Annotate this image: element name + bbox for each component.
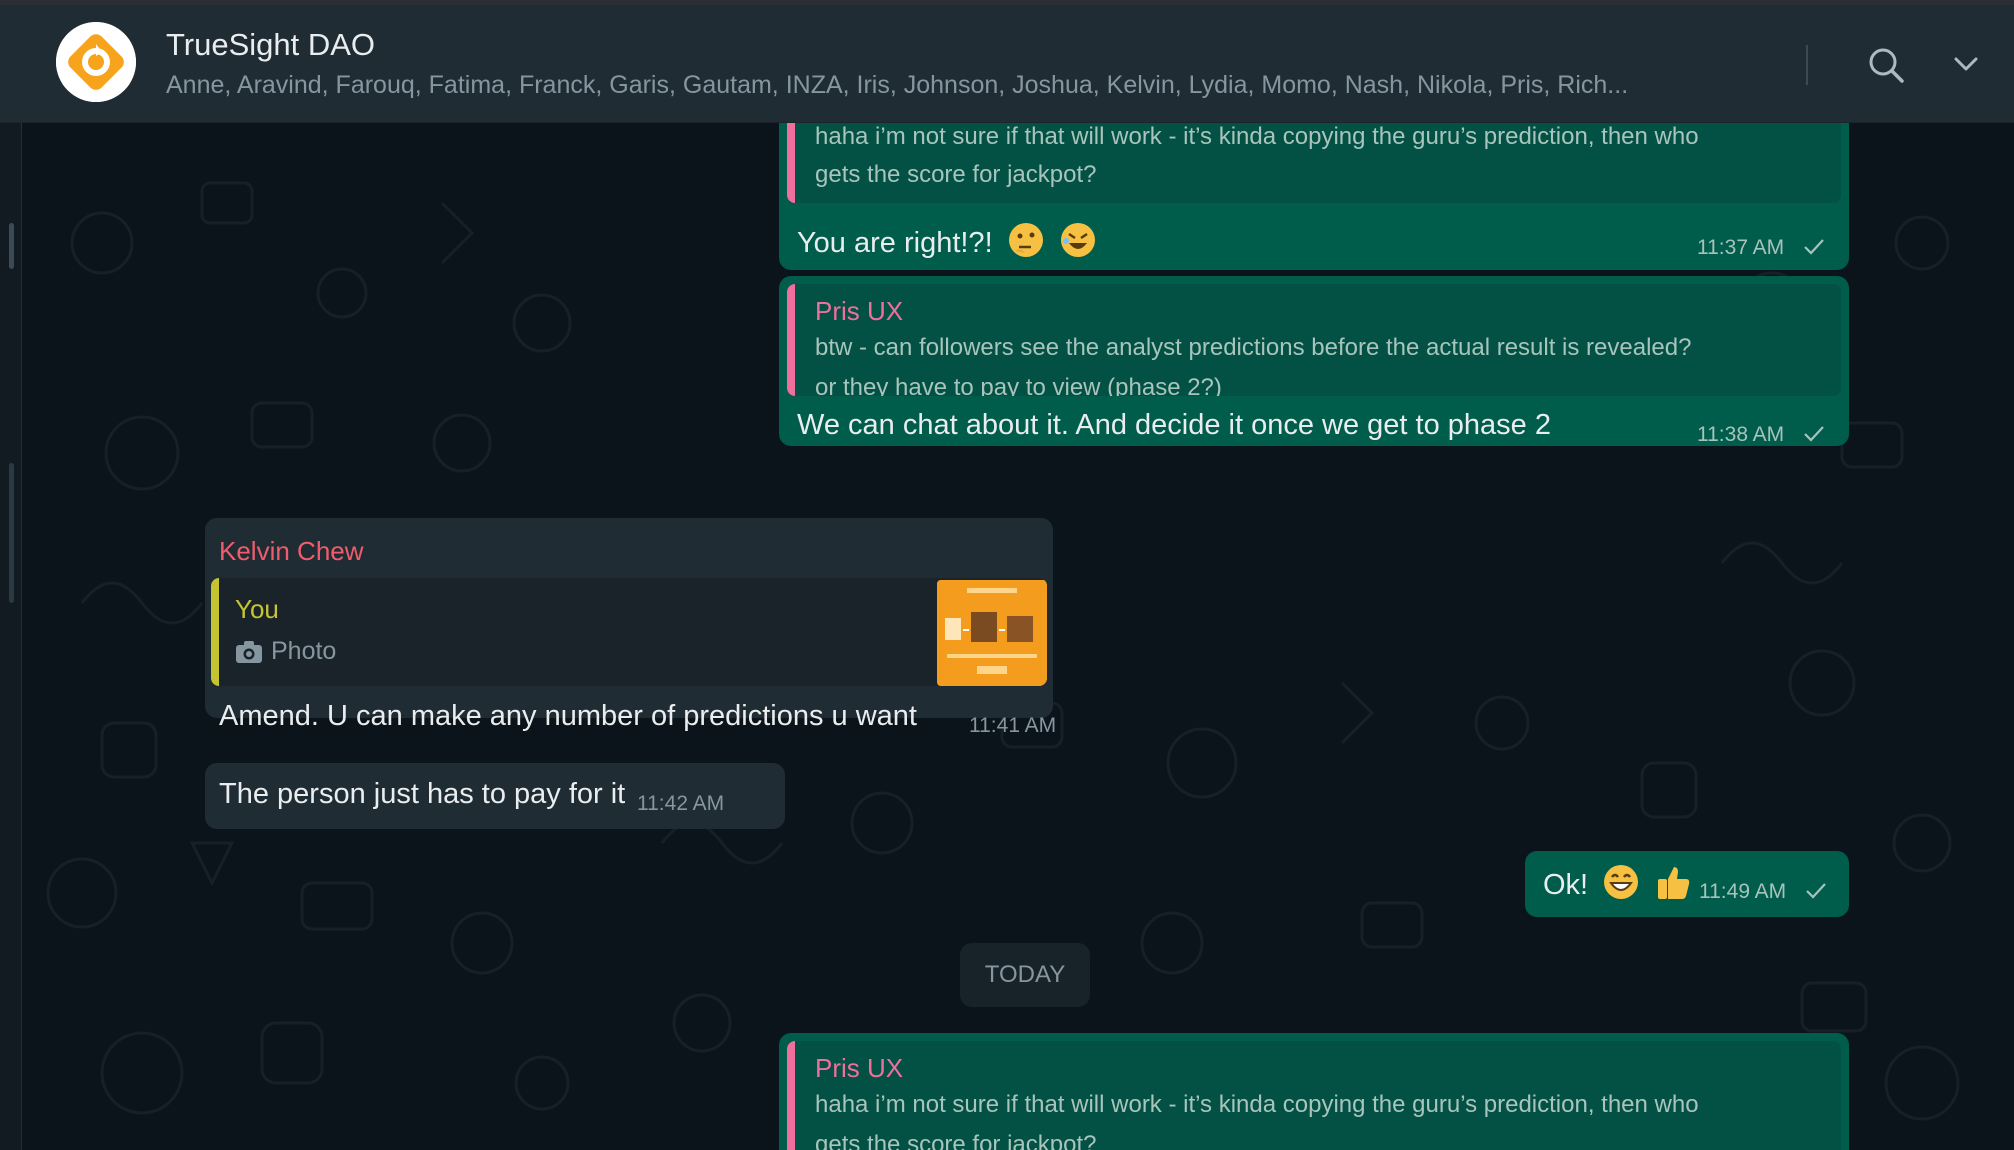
message-time: 11:41 AM — [969, 714, 1057, 737]
search-icon[interactable] — [1866, 45, 1906, 85]
quote-bar — [787, 123, 795, 203]
check-icon — [1804, 426, 1824, 442]
participants-list[interactable]: Anne, Aravind, Farouq, Fatima, Franck, G… — [166, 71, 1736, 100]
header-divider — [1806, 45, 1808, 85]
sidebar-edge — [0, 123, 22, 1150]
check-icon — [1804, 239, 1824, 255]
quote-text-line: gets the score for jackpot? — [815, 1131, 1097, 1150]
quote-author: Pris UX — [815, 296, 904, 326]
message-text: You are right!?! — [797, 221, 1097, 260]
message-bubble-outgoing[interactable]: Pris UX btw - can followers see the anal… — [779, 276, 1849, 446]
quote-bar — [787, 284, 795, 396]
message-text: We can chat about it. And decide it once… — [797, 409, 1551, 441]
quote-bar — [787, 1041, 795, 1150]
sender-name[interactable]: Kelvin Chew — [219, 536, 364, 567]
camera-icon — [236, 641, 262, 663]
message-list[interactable]: haha i’m not sure if that will work - it… — [22, 123, 2014, 1150]
chat-header[interactable]: TrueSight DAO Anne, Aravind, Farouq, Fat… — [0, 5, 2014, 123]
thinking-face-emoji — [1007, 221, 1045, 259]
quoted-message[interactable]: Pris UX haha i’m not sure if that will w… — [787, 1041, 1841, 1150]
quote-text-line: haha i’m not sure if that will work - it… — [815, 123, 1699, 150]
quote-author: Pris UX — [815, 1053, 904, 1083]
message-time: 11:42 AM — [637, 792, 725, 815]
quote-text-line: gets the score for jackpot? — [815, 161, 1097, 188]
date-divider: TODAY — [960, 943, 1090, 1007]
message-bubble-incoming[interactable]: The person just has to pay for it 11:42 … — [205, 763, 785, 829]
quote-author: You — [235, 594, 279, 624]
message-time: 11:38 AM — [1697, 423, 1785, 446]
message-text-content: You are right!?! — [797, 227, 993, 259]
chevron-down-icon[interactable] — [1946, 45, 1986, 85]
quote-text-line: haha i’m not sure if that will work - it… — [815, 1091, 1699, 1118]
quote-text-line: or they have to pay to view (phase 2?) — [815, 374, 1222, 396]
date-divider-label: TODAY — [984, 961, 1066, 988]
group-avatar-icon[interactable] — [56, 22, 136, 102]
rolling-laughing-emoji — [1059, 221, 1097, 259]
grinning-emoji — [1602, 863, 1640, 901]
thumbs-up-emoji — [1654, 863, 1692, 901]
message-bubble-outgoing[interactable]: Pris UX haha i’m not sure if that will w… — [779, 1033, 1849, 1150]
message-text: Ok! — [1543, 863, 1692, 902]
message-bubble-incoming[interactable]: Kelvin Chew You Photo Amend. U can make … — [205, 518, 1056, 737]
message-bubble-outgoing[interactable]: haha i’m not sure if that will work - it… — [779, 123, 1849, 270]
quote-bar — [211, 578, 219, 686]
check-icon — [1806, 883, 1826, 899]
message-time: 11:37 AM — [1697, 236, 1785, 259]
whatsapp-chat-window: TrueSight DAO Anne, Aravind, Farouq, Fat… — [0, 0, 2014, 1150]
quote-text: Photo — [271, 637, 337, 665]
chat-title[interactable]: TrueSight DAO — [166, 27, 375, 63]
photo-thumbnail[interactable] — [937, 580, 1047, 686]
quoted-message[interactable]: You Photo — [211, 578, 1047, 686]
message-bubble-outgoing[interactable]: Ok! 11:49 AM — [1525, 851, 1849, 917]
quoted-message[interactable]: Pris UX btw - can followers see the anal… — [787, 284, 1841, 396]
message-time: 11:49 AM — [1699, 880, 1787, 903]
quoted-message[interactable]: haha i’m not sure if that will work - it… — [787, 123, 1841, 203]
quote-text-line: btw - can followers see the analyst pred… — [815, 334, 1692, 361]
message-text: The person just has to pay for it — [219, 778, 626, 810]
message-text-content: Ok! — [1543, 869, 1589, 901]
message-text: Amend. U can make any number of predicti… — [219, 700, 917, 732]
